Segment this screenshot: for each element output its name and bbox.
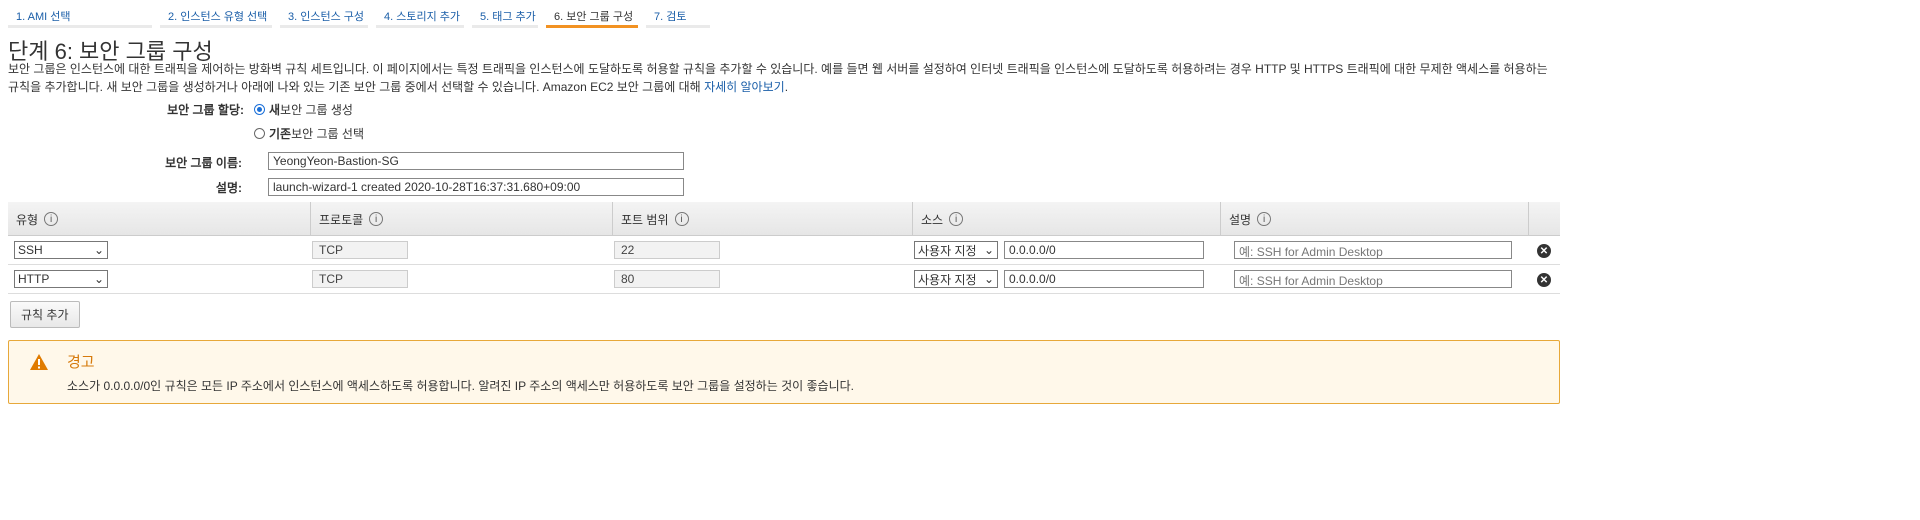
rule-desc-input[interactable]: 예: SSH for Admin Desktop — [1234, 270, 1512, 288]
source-cidr-input[interactable]: 0.0.0.0/0 — [1004, 270, 1204, 288]
warning-message: 소스가 0.0.0.0/0인 규칙은 모든 IP 주소에서 인스턴스에 액세스하… — [67, 379, 854, 393]
type-select[interactable]: SSH ⌄ — [14, 241, 108, 259]
chevron-down-icon: ⌄ — [983, 272, 994, 286]
radio-button[interactable] — [254, 104, 265, 115]
tab-security-group[interactable]: 6. 보안 그룹 구성 — [546, 0, 638, 28]
rules-table-header: 유형 i 프로토콜 i 포트 범위 i 소스 i 설명 i — [8, 202, 1560, 236]
col-source-label: 소스 — [921, 212, 944, 227]
source-cidr-input[interactable]: 0.0.0.0/0 — [1004, 241, 1204, 259]
info-icon[interactable]: i — [44, 212, 59, 226]
radio-new-label: 보안 그룹 생성 — [280, 103, 353, 117]
warning-box: 경고 소스가 0.0.0.0/0인 규칙은 모든 IP 주소에서 인스턴스에 액… — [8, 340, 1560, 404]
table-row: SSH ⌄ TCP 22 사용자 지정 ⌄ 0.0.0.0/0 예: SSH for… — [8, 236, 1560, 265]
col-port: 포트 범위 i — [612, 202, 689, 236]
protocol-field: TCP — [312, 270, 408, 288]
warning-title: 경고 — [67, 354, 95, 371]
radio-new-bold: 새 — [269, 103, 281, 117]
delete-rule-icon[interactable]: ✕ — [1537, 244, 1551, 258]
info-icon[interactable]: i — [674, 212, 689, 226]
warning-icon — [30, 354, 48, 370]
group-desc-input[interactable]: launch-wizard-1 created 2020-10-28T16:37… — [268, 178, 684, 196]
radio-existing-bold: 기존 — [269, 127, 292, 141]
col-description-label: 설명 — [1229, 212, 1252, 227]
group-name-label: 보안 그룹 이름: — [165, 156, 242, 170]
tab-instance-type[interactable]: 2. 인스턴스 유형 선택 — [160, 0, 272, 28]
table-row: HTTP ⌄ TCP 80 사용자 지정 ⌄ 0.0.0.0/0 예: SSH fo… — [8, 265, 1560, 294]
col-source: 소스 i — [912, 202, 964, 236]
type-value: HTTP — [18, 272, 50, 286]
tab-tags[interactable]: 5. 태그 추가 — [472, 0, 538, 28]
info-icon[interactable]: i — [1257, 212, 1272, 226]
wizard-tabs: 1. AMI 선택 2. 인스턴스 유형 선택 3. 인스턴스 구성 4. 스토… — [8, 0, 710, 28]
radio-new-group[interactable]: 새 보안 그룹 생성 — [254, 101, 353, 118]
chevron-down-icon: ⌄ — [93, 272, 104, 286]
port-field: 80 — [614, 270, 720, 288]
tab-storage[interactable]: 4. 스토리지 추가 — [376, 0, 464, 28]
page-description: 보안 그룹은 인스턴스에 대한 트래픽을 제어하는 방화벽 규칙 세트입니다. … — [8, 62, 1548, 94]
source-select[interactable]: 사용자 지정 ⌄ — [914, 241, 998, 259]
col-type-label: 유형 — [16, 212, 39, 227]
type-select[interactable]: HTTP ⌄ — [14, 270, 108, 288]
tab-ami[interactable]: 1. AMI 선택 — [8, 0, 152, 28]
col-actions — [1528, 202, 1537, 236]
info-icon[interactable]: i — [949, 212, 964, 226]
source-type-value: 사용자 지정 — [918, 243, 977, 258]
group-desc-label: 설명: — [215, 181, 242, 195]
type-value: SSH — [18, 243, 43, 257]
source-type-value: 사용자 지정 — [918, 272, 977, 287]
radio-button[interactable] — [254, 128, 265, 139]
assign-label: 보안 그룹 할당: — [167, 103, 244, 117]
port-field: 22 — [614, 241, 720, 259]
tab-instance-config[interactable]: 3. 인스턴스 구성 — [280, 0, 368, 28]
learn-more-link[interactable]: 자세히 알아보기 — [704, 80, 785, 94]
col-type: 유형 i — [8, 202, 59, 236]
chevron-down-icon: ⌄ — [93, 243, 104, 257]
tab-review[interactable]: 7. 검토 — [646, 0, 710, 28]
protocol-field: TCP — [312, 241, 408, 259]
rule-desc-input[interactable]: 예: SSH for Admin Desktop — [1234, 241, 1512, 259]
col-protocol: 프로토콜 i — [310, 202, 384, 236]
col-port-label: 포트 범위 — [621, 212, 669, 227]
info-icon[interactable]: i — [369, 212, 384, 226]
radio-existing-group[interactable]: 기존 보안 그룹 선택 — [254, 125, 364, 142]
radio-existing-label: 보안 그룹 선택 — [291, 127, 365, 141]
col-description: 설명 i — [1220, 202, 1272, 236]
group-name-input[interactable]: YeongYeon-Bastion-SG — [268, 152, 684, 170]
add-rule-button[interactable]: 규칙 추가 — [10, 301, 80, 328]
col-protocol-label: 프로토콜 — [319, 212, 364, 227]
source-select[interactable]: 사용자 지정 ⌄ — [914, 270, 998, 288]
chevron-down-icon: ⌄ — [983, 243, 994, 257]
delete-rule-icon[interactable]: ✕ — [1537, 273, 1551, 287]
